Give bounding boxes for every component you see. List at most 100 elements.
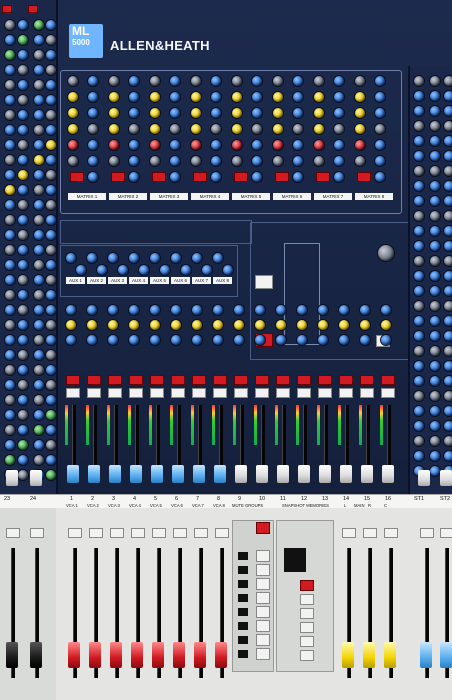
group-solo-button[interactable] <box>192 388 206 398</box>
input-knob[interactable] <box>18 95 28 105</box>
input-knob[interactable] <box>34 290 44 300</box>
matrix-level-knob[interactable] <box>211 172 221 182</box>
stereo-fader[interactable] <box>418 470 430 486</box>
stereo-knob[interactable] <box>444 166 452 176</box>
group-fader[interactable] <box>214 465 226 483</box>
fader-select-button[interactable] <box>194 528 208 538</box>
matrix-knob[interactable] <box>252 76 262 86</box>
stereo-knob[interactable] <box>430 106 440 116</box>
aux-knob[interactable] <box>213 253 223 263</box>
snapshot-button[interactable] <box>300 608 314 619</box>
group-solo-button[interactable] <box>234 388 248 398</box>
stereo-knob[interactable] <box>430 331 440 341</box>
group-knob[interactable] <box>381 320 391 330</box>
group-knob[interactable] <box>234 335 244 345</box>
input-knob[interactable] <box>5 65 15 75</box>
stereo-knob[interactable] <box>414 76 424 86</box>
group-mute-button[interactable] <box>192 375 206 385</box>
mute-group-button[interactable] <box>256 550 270 562</box>
main-fader[interactable] <box>384 642 396 668</box>
matrix-knob[interactable] <box>232 108 242 118</box>
input-fader[interactable] <box>6 470 18 486</box>
matrix-knob[interactable] <box>293 156 303 166</box>
group-knob[interactable] <box>339 335 349 345</box>
stereo-knob[interactable] <box>444 106 452 116</box>
mute-group-button[interactable] <box>256 620 270 632</box>
input-knob[interactable] <box>34 140 44 150</box>
matrix-knob[interactable] <box>191 140 201 150</box>
matrix-knob[interactable] <box>252 108 262 118</box>
input-knob[interactable] <box>46 470 56 480</box>
input-mute-button[interactable] <box>28 5 38 13</box>
input-knob[interactable] <box>46 410 56 420</box>
aux-knob[interactable] <box>192 253 202 263</box>
stereo-knob[interactable] <box>430 376 440 386</box>
input-knob[interactable] <box>5 440 15 450</box>
matrix-level-knob[interactable] <box>252 172 262 182</box>
input-knob[interactable] <box>46 380 56 390</box>
stereo-knob[interactable] <box>444 346 452 356</box>
stereo-knob[interactable] <box>444 211 452 221</box>
stereo-knob[interactable] <box>430 211 440 221</box>
input-knob[interactable] <box>5 110 15 120</box>
stereo-knob[interactable] <box>430 271 440 281</box>
input-knob[interactable] <box>34 440 44 450</box>
input-knob[interactable] <box>18 425 28 435</box>
group-solo-button[interactable] <box>66 388 80 398</box>
input-knob[interactable] <box>18 410 28 420</box>
stereo-knob[interactable] <box>444 256 452 266</box>
input-knob[interactable] <box>46 170 56 180</box>
input-knob[interactable] <box>18 335 28 345</box>
matrix-mute-button[interactable] <box>316 172 330 182</box>
group-knob[interactable] <box>381 305 391 315</box>
input-knob[interactable] <box>34 80 44 90</box>
matrix-knob[interactable] <box>109 108 119 118</box>
mute-group-button[interactable] <box>256 648 270 660</box>
group-knob[interactable] <box>171 320 181 330</box>
stereo-knob[interactable] <box>430 256 440 266</box>
input-knob[interactable] <box>18 230 28 240</box>
group-solo-button[interactable] <box>276 388 290 398</box>
matrix-knob[interactable] <box>314 108 324 118</box>
stereo-knob[interactable] <box>444 121 452 131</box>
matrix-knob[interactable] <box>252 156 262 166</box>
input-knob[interactable] <box>18 380 28 390</box>
input-knob[interactable] <box>18 20 28 30</box>
stereo-knob[interactable] <box>430 76 440 86</box>
matrix-knob[interactable] <box>355 124 365 134</box>
matrix-knob[interactable] <box>211 156 221 166</box>
group-fader[interactable] <box>340 465 352 483</box>
input-knob[interactable] <box>46 125 56 135</box>
snapshot-button[interactable] <box>300 650 314 661</box>
mute-group-button[interactable] <box>256 592 270 604</box>
stereo-knob[interactable] <box>430 316 440 326</box>
group-solo-button[interactable] <box>108 388 122 398</box>
input-knob[interactable] <box>5 365 15 375</box>
group-knob[interactable] <box>171 305 181 315</box>
matrix-knob[interactable] <box>355 92 365 102</box>
aux-knob[interactable] <box>181 265 191 275</box>
input-knob[interactable] <box>18 455 28 465</box>
input-knob[interactable] <box>46 425 56 435</box>
mute-group-button[interactable] <box>256 578 270 590</box>
group-knob[interactable] <box>192 335 202 345</box>
group-knob[interactable] <box>318 335 328 345</box>
input-knob[interactable] <box>5 125 15 135</box>
input-knob[interactable] <box>5 80 15 90</box>
group-knob[interactable] <box>213 305 223 315</box>
stereo-knob[interactable] <box>430 151 440 161</box>
stereo-knob[interactable] <box>430 286 440 296</box>
stereo-knob[interactable] <box>444 376 452 386</box>
input-knob[interactable] <box>34 185 44 195</box>
group-knob[interactable] <box>318 320 328 330</box>
matrix-level-knob[interactable] <box>170 172 180 182</box>
group-knob[interactable] <box>192 320 202 330</box>
stereo-fader[interactable] <box>440 470 452 486</box>
group-mute-button[interactable] <box>339 375 353 385</box>
fader-select-button[interactable] <box>342 528 356 538</box>
input-knob[interactable] <box>18 110 28 120</box>
matrix-knob[interactable] <box>293 108 303 118</box>
input-knob[interactable] <box>5 20 15 30</box>
matrix-knob[interactable] <box>334 92 344 102</box>
stereo-knob[interactable] <box>414 241 424 251</box>
